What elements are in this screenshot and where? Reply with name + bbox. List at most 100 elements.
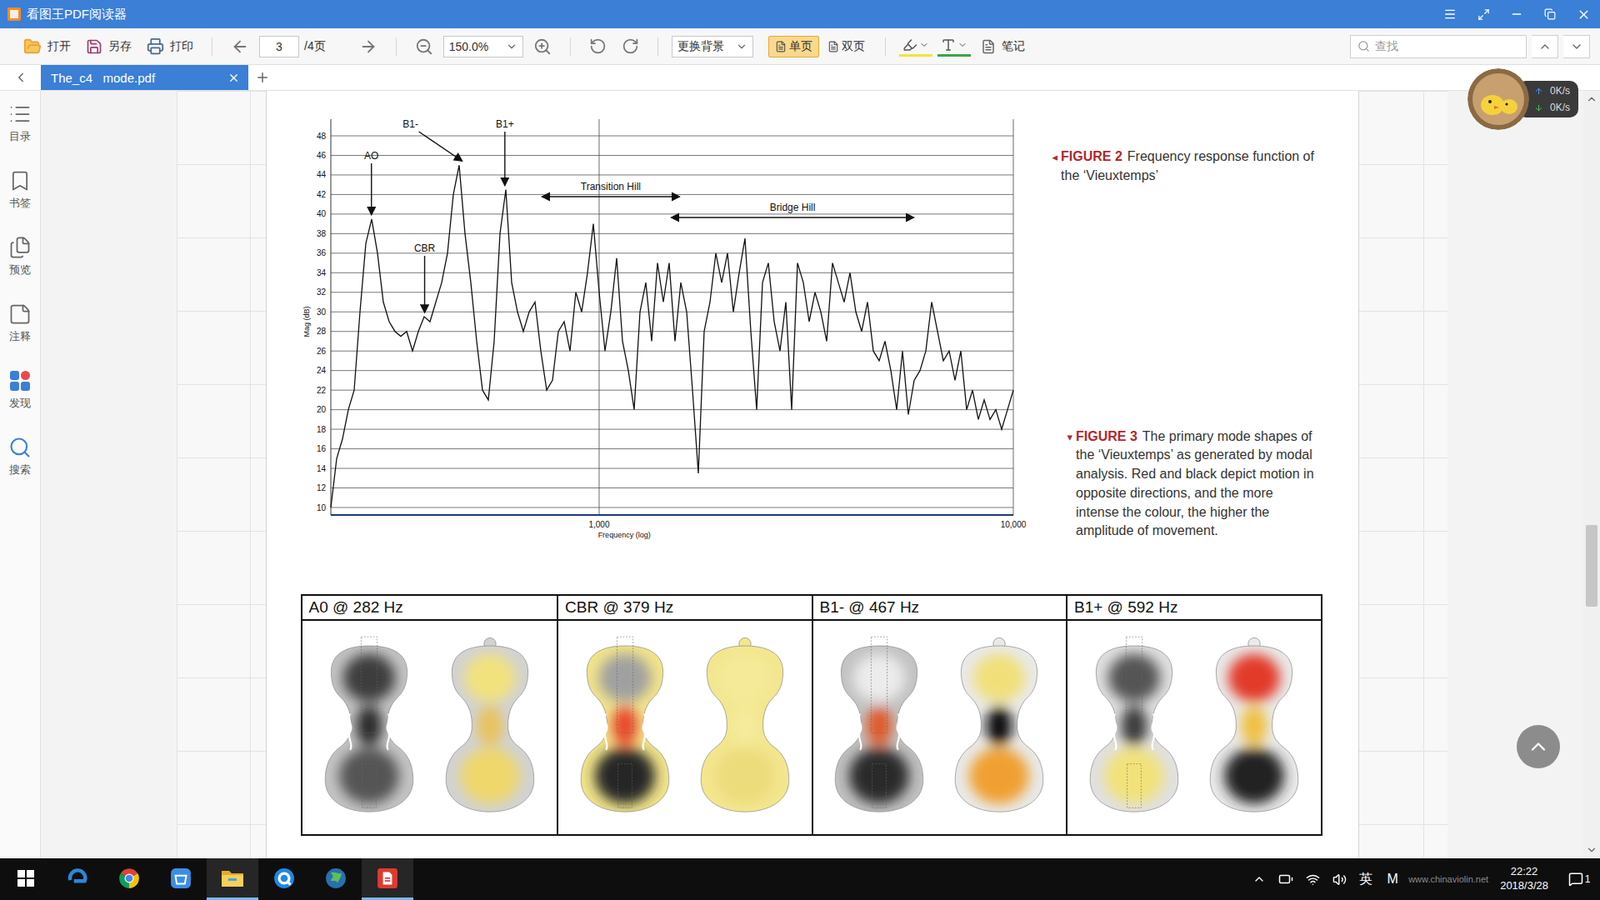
response-line xyxy=(330,165,1014,508)
input-method[interactable]: 英 xyxy=(1353,870,1379,889)
chevron-down-icon xyxy=(1570,40,1584,54)
network-speed-widget[interactable]: 0K/s0K/s xyxy=(1467,68,1579,130)
tab-bar: The_c4 mode.pdf xyxy=(0,65,1600,91)
sidebar-item[interactable]: 预览 xyxy=(0,235,40,303)
new-tab-button[interactable] xyxy=(248,65,277,90)
y-tick: 46 xyxy=(315,150,1013,160)
document-tab[interactable]: The_c4 mode.pdf xyxy=(40,65,249,90)
vertical-scrollbar[interactable] xyxy=(1583,90,1600,859)
previous-page-button[interactable] xyxy=(225,34,255,60)
list-icon xyxy=(8,102,32,126)
taskbar-app[interactable] xyxy=(310,858,362,900)
network-status[interactable] xyxy=(1300,872,1325,887)
viewport: 1012141618202224262830323436384042444648… xyxy=(40,90,1584,859)
y-tick: 10 xyxy=(315,503,1013,513)
close-button[interactable] xyxy=(1566,0,1600,29)
y-tick: 42 xyxy=(315,190,1013,200)
note-button[interactable]: 笔记 xyxy=(975,35,1030,58)
background-select[interactable]: 更换背景 xyxy=(671,35,754,58)
zoom-select[interactable]: 150.0% xyxy=(443,35,524,58)
scroll-to-top-button[interactable] xyxy=(1516,725,1560,769)
mode-title: B1- @ 467 Hz xyxy=(813,595,1067,621)
toolbar-separator xyxy=(395,37,397,56)
y-tick: 38 xyxy=(315,229,1013,239)
print-button[interactable]: 打印 xyxy=(141,34,199,59)
note-icon xyxy=(980,39,996,55)
figure-caption: ◂FIGURE 2Frequency response function of … xyxy=(1052,147,1320,185)
text-tool[interactable] xyxy=(937,35,971,57)
taskbar-app[interactable] xyxy=(0,858,52,900)
notification-button[interactable]: 1 xyxy=(1558,871,1600,887)
svg-text:AO: AO xyxy=(364,150,379,162)
close-tab-icon[interactable] xyxy=(227,71,240,85)
y-tick: 14 xyxy=(315,464,1013,474)
y-tick: 18 xyxy=(315,425,1013,435)
y-tick: 22 xyxy=(315,385,1013,395)
tray-app[interactable]: M xyxy=(1380,871,1405,887)
svg-text:20: 20 xyxy=(315,405,326,415)
scroll-up-arrow[interactable] xyxy=(1583,90,1600,108)
restore-button[interactable] xyxy=(1533,0,1567,29)
taskbar-app[interactable] xyxy=(103,858,155,900)
sidebar-item[interactable]: 目录 xyxy=(0,102,40,170)
taskbar-app[interactable] xyxy=(206,858,259,900)
sidebar-item[interactable]: 注释 xyxy=(0,302,40,370)
upload-speed: 0K/s xyxy=(1534,85,1570,97)
battery-status[interactable] xyxy=(1273,871,1299,887)
violin-back-view xyxy=(949,635,1050,816)
search-previous-button[interactable] xyxy=(1531,35,1559,59)
zoom-in-icon xyxy=(533,37,552,56)
violin-front-view xyxy=(1084,635,1185,816)
save-button[interactable]: 另存 xyxy=(80,35,137,59)
zoom-in-button[interactable] xyxy=(528,34,557,60)
page-input[interactable]: 3 xyxy=(259,35,300,58)
minimize-icon xyxy=(1510,7,1524,21)
battery-icon xyxy=(1278,871,1294,887)
view-mode-button[interactable]: 单页 xyxy=(768,35,820,58)
highlight-tool[interactable] xyxy=(899,35,933,57)
chevron-down-icon xyxy=(957,40,968,50)
scroll-track[interactable] xyxy=(1583,107,1600,525)
scroll-track[interactable] xyxy=(1583,606,1600,842)
taskbar-app[interactable] xyxy=(258,858,310,900)
tray-expand[interactable] xyxy=(1246,872,1272,886)
svg-text:12: 12 xyxy=(315,483,326,493)
menu-button[interactable] xyxy=(1433,0,1467,29)
sidebar-item[interactable]: 书签 xyxy=(0,169,40,236)
sidebar: 目录书签预览注释发现搜索 xyxy=(0,90,41,859)
sidebar-item[interactable]: 搜索 xyxy=(0,435,40,503)
taskbar-app[interactable] xyxy=(51,858,104,900)
browser-app-icon xyxy=(273,867,295,890)
minimize-button[interactable] xyxy=(1500,0,1534,29)
y-tick: 26 xyxy=(315,346,1013,356)
next-page-button[interactable] xyxy=(354,34,383,60)
toolbar-separator xyxy=(657,37,659,56)
rotate-left-button[interactable] xyxy=(584,34,612,59)
view-mode-button[interactable]: 双页 xyxy=(820,35,872,58)
taskbar-app[interactable] xyxy=(155,858,207,900)
mode-title: A0 @ 282 Hz xyxy=(302,595,558,621)
mode-cell: B1+ @ 592 Hz xyxy=(1065,595,1321,835)
collapse-sidebar-button[interactable] xyxy=(0,65,41,90)
svg-text:16: 16 xyxy=(315,444,326,454)
taskbar-app[interactable] xyxy=(361,858,414,900)
fullscreen-button[interactable] xyxy=(1466,0,1500,29)
clock[interactable]: 22:222018/3/28 xyxy=(1491,865,1557,894)
file-explorer-icon xyxy=(220,868,245,889)
highlighter-icon xyxy=(902,37,918,53)
svg-text:34: 34 xyxy=(315,268,326,278)
search-next-button[interactable] xyxy=(1563,35,1590,59)
violin-front-view xyxy=(319,635,420,816)
mode-title: CBR @ 379 Hz xyxy=(558,595,812,621)
taskbar: 英Mwww.chinaviolin.net22:222018/3/281 xyxy=(0,858,1600,900)
search-field[interactable]: 查找 xyxy=(1350,35,1527,59)
sidebar-item[interactable]: 发现 xyxy=(0,369,40,436)
open-button[interactable]: 打开 xyxy=(18,34,76,60)
scroll-down-arrow[interactable] xyxy=(1583,841,1600,859)
chevron-up-icon xyxy=(1252,872,1266,886)
scroll-thumb[interactable] xyxy=(1585,525,1598,607)
zoom-out-button[interactable] xyxy=(410,34,439,60)
toolbar-separator xyxy=(211,37,213,56)
rotate-right-button[interactable] xyxy=(616,34,645,59)
volume-control[interactable] xyxy=(1326,872,1352,887)
